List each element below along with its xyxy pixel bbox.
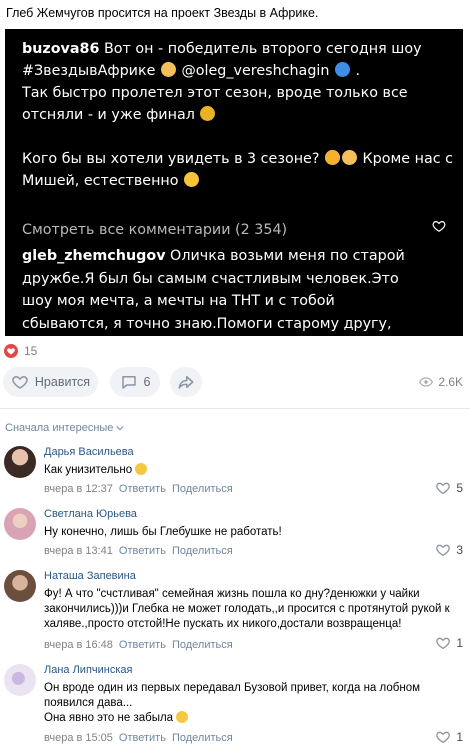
comment-like-button[interactable]: 5	[435, 480, 463, 496]
share-arrow-icon	[178, 376, 194, 389]
comment-count: 6	[143, 375, 151, 389]
comment-meta: вчера в 16:48 Ответить Поделиться	[44, 639, 233, 651]
reactions-summary[interactable]: 15	[4, 344, 37, 358]
comment-like-count: 5	[456, 481, 463, 495]
top-arrow-emoji-icon	[334, 62, 350, 77]
avatar[interactable]	[4, 664, 36, 696]
heart-outline-icon	[436, 544, 451, 557]
share-link[interactable]: Поделиться	[172, 732, 233, 744]
share-button[interactable]	[170, 367, 202, 397]
comment-author[interactable]: Дарья Васильева	[44, 446, 134, 458]
trophy-emoji-icon	[200, 106, 216, 121]
wink-emoji-icon	[184, 172, 200, 187]
comment-meta: вчера в 13:41 Ответить Поделиться	[44, 545, 233, 557]
comment-time[interactable]: вчера в 15:05	[44, 732, 113, 744]
comment-text: Он вроде один из первых передавал Бузово…	[44, 682, 420, 724]
reply-link[interactable]: Ответить	[119, 545, 166, 557]
divider	[0, 408, 470, 409]
comment-text: Фу! А что "счстливая" семейная жизнь пош…	[44, 588, 450, 630]
screenshot-view-all-comments: Смотреть все комментарии (2 354)	[22, 222, 288, 238]
comment-icon	[121, 376, 136, 389]
screenshot-hashtag: #ЗвездывАфрике	[22, 63, 156, 79]
comment-button[interactable]: 6	[110, 367, 160, 397]
share-link[interactable]: Поделиться	[172, 639, 233, 651]
reply-link[interactable]: Ответить	[119, 639, 166, 651]
avatar[interactable]	[4, 508, 36, 540]
comment-author[interactable]: Светлана Юрьева	[44, 508, 137, 520]
heart-eyes-emoji-icon	[324, 150, 340, 165]
screenshot-author: buzova86	[22, 41, 100, 57]
eye-icon	[419, 377, 434, 387]
comment-author[interactable]: Лана Липчинская	[44, 664, 132, 676]
post-text: Глеб Жемчугов просится на проект Звезды …	[6, 6, 319, 20]
sort-dropdown[interactable]: Сначала интересные	[5, 422, 125, 434]
comment-like-count: 1	[456, 636, 463, 650]
views-count: 2.6K	[438, 375, 463, 389]
comment-like-count: 3	[456, 543, 463, 557]
heart-outline-icon	[12, 375, 28, 389]
avatar[interactable]	[4, 570, 36, 602]
screenshot-reply-author: gleb_zhemchugov	[22, 248, 166, 264]
comment-meta: вчера в 12:37 Ответить Поделиться	[44, 483, 233, 495]
sort-label: Сначала интересные	[5, 422, 114, 434]
share-link[interactable]: Поделиться	[172, 483, 233, 495]
heart-filled-icon	[4, 344, 18, 358]
avatar[interactable]	[4, 446, 36, 478]
heart-outline-icon	[436, 731, 451, 744]
like-button[interactable]: Нравится	[3, 367, 98, 397]
comment-time[interactable]: вчера в 16:48	[44, 639, 113, 651]
reactions-count: 15	[24, 344, 38, 358]
chevron-down-icon	[116, 425, 125, 431]
screenshot-heart-icon	[432, 221, 446, 232]
fist-emoji-icon	[160, 62, 176, 77]
comment-meta: вчера в 15:05 Ответить Поделиться	[44, 732, 233, 744]
reply-link[interactable]: Ответить	[119, 483, 166, 495]
screenshot-mention: @oleg_vereshchagin	[181, 63, 330, 79]
reply-link[interactable]: Ответить	[119, 732, 166, 744]
heart-outline-icon	[436, 637, 451, 650]
post-actions: Нравится 6 2.6K	[0, 367, 470, 399]
grimace-emoji-icon	[135, 463, 148, 475]
share-link[interactable]: Поделиться	[172, 545, 233, 557]
comment-like-button[interactable]: 1	[435, 635, 463, 651]
comment-like-button[interactable]: 3	[435, 542, 463, 558]
comment-text: Как унизительно	[44, 463, 454, 478]
grimace-emoji-icon	[176, 711, 189, 723]
like-label: Нравится	[34, 375, 91, 389]
pointing-down-emoji-icon	[341, 150, 357, 165]
comment-text: Ну конечно, лишь бы Глебушке не работать…	[44, 526, 282, 538]
comment-like-button[interactable]: 1	[435, 729, 463, 745]
comment-time[interactable]: вчера в 13:41	[44, 545, 113, 557]
comment-author[interactable]: Наташа Запевина	[44, 570, 136, 582]
comment-time[interactable]: вчера в 12:37	[44, 483, 113, 495]
post-image-screenshot[interactable]: buzova86 Вот он - победитель второго сег…	[5, 29, 463, 354]
heart-outline-icon	[436, 482, 451, 495]
comment-like-count: 1	[456, 730, 463, 744]
screenshot-caption: buzova86 Вот он - победитель второго сег…	[22, 41, 453, 189]
views-counter: 2.6K	[419, 375, 463, 389]
screenshot-reply: gleb_zhemchugov Оличка возьми меня по ст…	[22, 248, 405, 354]
